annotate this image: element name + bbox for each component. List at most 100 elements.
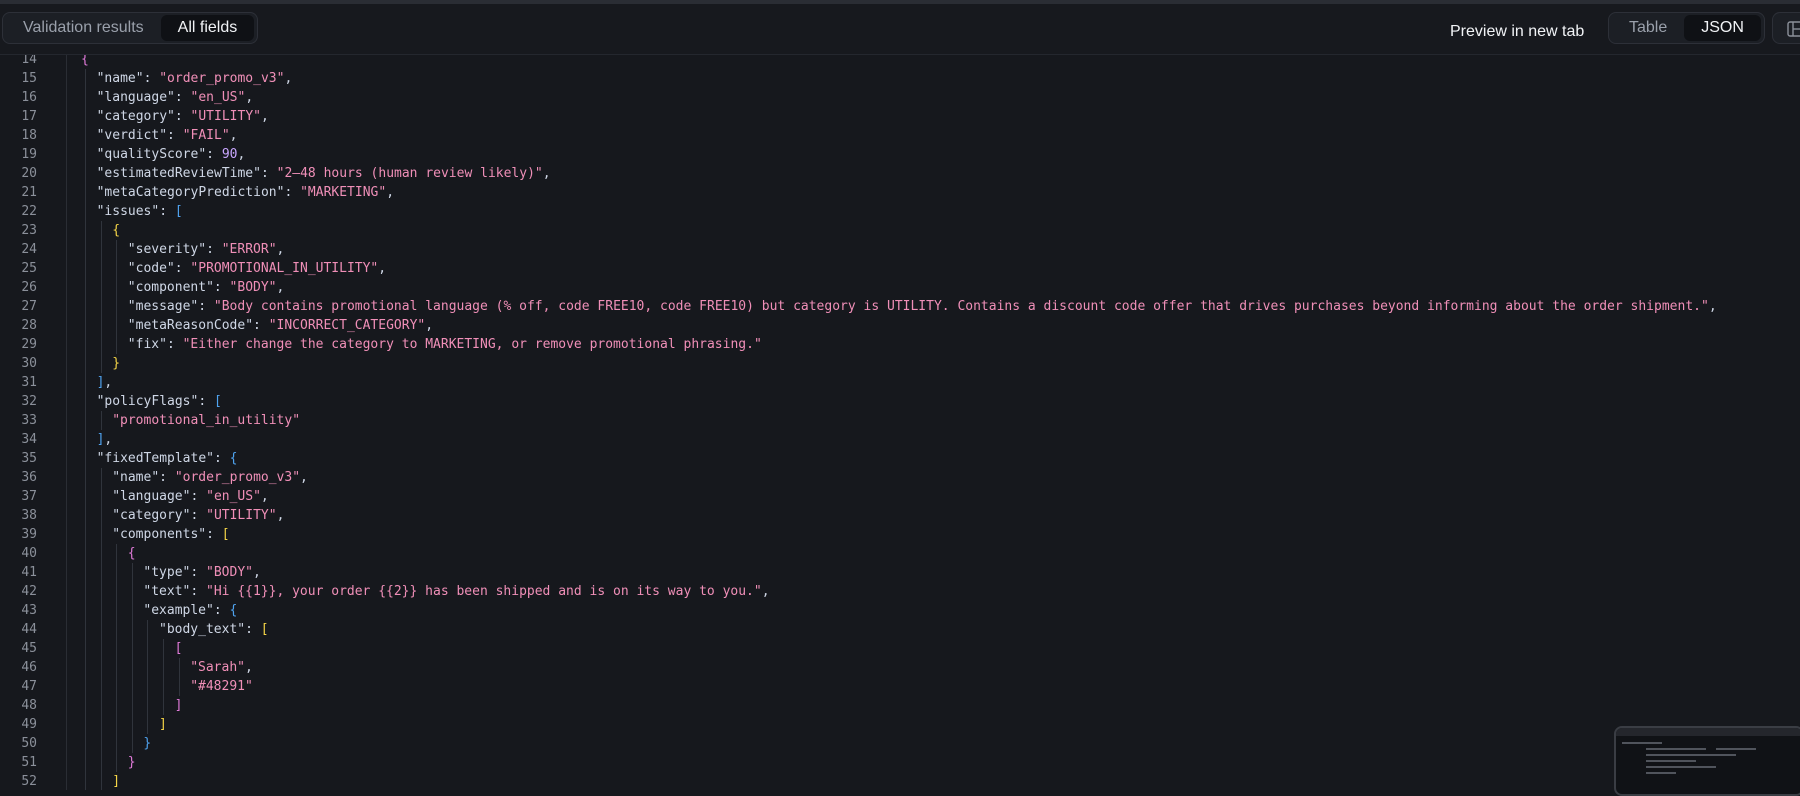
code-token: : xyxy=(174,109,191,124)
line-number: 44 xyxy=(21,622,37,637)
code-token: : xyxy=(190,489,207,504)
line-number: 14 xyxy=(21,55,37,67)
code-token: "BODY" xyxy=(229,280,277,295)
preview-in-new-tab-button[interactable]: Preview in new tab xyxy=(1450,19,1584,45)
line-number: 52 xyxy=(21,774,37,789)
indent-guide xyxy=(100,297,102,316)
code-token: "Body contains promotional language (% o… xyxy=(213,299,1709,314)
indent-guide xyxy=(131,582,133,601)
code-token: , xyxy=(229,128,238,143)
indent-guide xyxy=(131,563,133,582)
indent-guide xyxy=(100,639,102,658)
line-number: 51 xyxy=(21,755,37,770)
code-token: [ xyxy=(174,204,183,219)
indent-guide xyxy=(116,677,118,696)
indent-guide xyxy=(85,316,86,335)
code-token: , xyxy=(284,71,293,86)
code-token: "components" xyxy=(112,527,207,542)
indent-guide xyxy=(100,620,102,639)
code-token: "PROMOTIONAL_IN_UTILITY" xyxy=(190,261,379,276)
indent-guide xyxy=(85,411,86,430)
indent-guide xyxy=(116,544,118,563)
indent-guide xyxy=(178,658,180,677)
code-token: { xyxy=(229,603,238,618)
indent-guide xyxy=(100,544,102,563)
code-token: } xyxy=(112,356,121,371)
indent-guide xyxy=(100,525,102,544)
indent-guide xyxy=(131,620,133,639)
screen-recording-thumbnail[interactable] xyxy=(1614,726,1800,796)
line-number: 42 xyxy=(21,584,37,599)
code-text: "text": "Hi {{1}}, your order {{2}} has … xyxy=(143,582,769,601)
indent-guide xyxy=(116,734,118,753)
indent-guide xyxy=(163,639,164,658)
code-token: 90 xyxy=(221,147,238,162)
code-token: , xyxy=(1708,299,1717,314)
layout-toggle-button[interactable] xyxy=(1772,12,1800,44)
code-token: "verdict" xyxy=(96,128,168,143)
indent-guide xyxy=(100,677,102,696)
code-token: : xyxy=(198,299,214,314)
code-token: "en_US" xyxy=(190,90,246,105)
indent-guide xyxy=(131,696,133,715)
indent-guide xyxy=(116,715,118,734)
code-token: "name" xyxy=(96,71,144,86)
line-number: 29 xyxy=(21,337,37,352)
code-token: , xyxy=(425,318,434,333)
code-token: } xyxy=(143,736,152,751)
code-token: "metaCategoryPrediction" xyxy=(96,185,285,200)
indent-guide xyxy=(85,373,86,392)
code-token: "UTILITY" xyxy=(190,109,261,124)
line-number: 35 xyxy=(21,451,37,466)
indent-guide xyxy=(85,278,86,297)
code-token: ] xyxy=(112,774,121,789)
code-text: { xyxy=(128,544,136,563)
indent-guide xyxy=(100,772,102,790)
line-number: 37 xyxy=(21,489,37,504)
indent-guide xyxy=(85,126,86,145)
code-text: ] xyxy=(112,772,120,790)
indent-guide xyxy=(100,753,102,772)
indent-guide xyxy=(85,772,86,790)
indent-guide xyxy=(131,658,133,677)
line-number: 33 xyxy=(21,413,37,428)
indent-guide xyxy=(85,468,86,487)
indent-guide xyxy=(116,259,118,278)
result-view-switcher: Validation results All fields xyxy=(2,12,259,44)
code-text: ], xyxy=(97,373,113,392)
code-token: "FAIL" xyxy=(182,128,230,143)
indent-guide xyxy=(85,335,86,354)
line-number: 50 xyxy=(21,736,37,751)
line-number: 32 xyxy=(21,394,37,409)
indent-guide xyxy=(100,487,102,506)
line-number: 18 xyxy=(21,128,37,143)
code-token: "Hi {{1}}, your order {{2}} has been shi… xyxy=(206,584,762,599)
code-token: "qualityScore" xyxy=(96,147,207,162)
json-code-viewer[interactable]: 14 {15 "name": "order_promo_v3", 16 "languag… xyxy=(0,55,1800,790)
code-text: "fix": "Either change the category to MA… xyxy=(128,335,762,354)
indent-guide xyxy=(116,316,118,335)
code-text: "name": "order_promo_v3", xyxy=(97,69,293,88)
code-token: , xyxy=(276,242,285,257)
indent-guide xyxy=(163,696,164,715)
code-token: : xyxy=(174,261,191,276)
tab-all-fields[interactable]: All fields xyxy=(160,15,255,41)
tab-table[interactable]: Table xyxy=(1612,15,1684,41)
code-token: "Either change the category to MARKETING… xyxy=(182,337,762,352)
tab-validation-results[interactable]: Validation results xyxy=(6,15,161,41)
indent-guide xyxy=(116,658,118,677)
indent-guide xyxy=(100,354,102,373)
tab-json[interactable]: JSON xyxy=(1684,15,1761,41)
indent-guide xyxy=(85,639,86,658)
indent-guide xyxy=(85,202,86,221)
gutter-divider xyxy=(66,55,67,790)
line-number: 46 xyxy=(21,660,37,675)
code-text: ] xyxy=(159,715,167,734)
indent-guide xyxy=(85,88,86,107)
code-token: [ xyxy=(221,527,230,542)
indent-guide xyxy=(163,677,164,696)
indent-guide xyxy=(85,107,86,126)
indent-guide xyxy=(85,164,86,183)
code-token: , xyxy=(378,261,387,276)
code-token: "category" xyxy=(96,109,175,124)
